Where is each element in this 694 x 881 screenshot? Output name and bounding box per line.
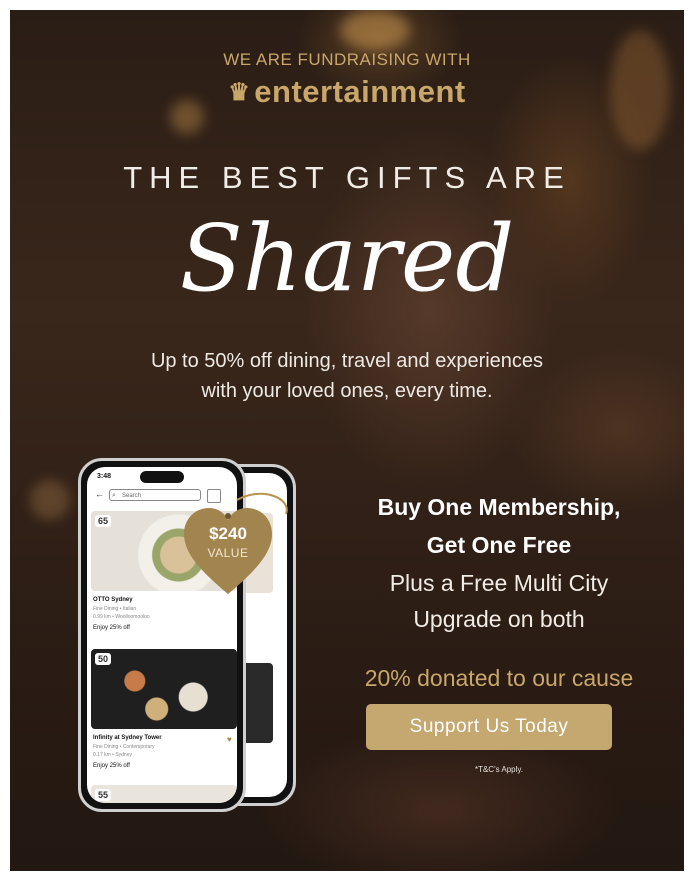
- donation-text: 20% donated to our cause: [364, 665, 634, 691]
- terms-link[interactable]: *T&C's Apply.: [326, 765, 672, 774]
- search-placeholder: Search: [122, 493, 142, 499]
- food-photo[interactable]: [91, 649, 237, 729]
- discount-badge: 50: [95, 653, 112, 665]
- promo-banner: WE ARE FUNDRAISING WITH ♛ entertainment T…: [10, 10, 684, 871]
- brand-logo: ♛ entertainment: [10, 74, 684, 110]
- crown-icon: ♛: [228, 79, 251, 106]
- venue-title: OTTO Sydney: [93, 597, 133, 603]
- venue-distance: 0.99 km • Woolloomooloo: [93, 614, 150, 620]
- headline: THE BEST GIFTS ARE: [123, 160, 571, 195]
- subtitle-line: Up to 50% off dining, travel and experie…: [150, 350, 544, 372]
- script-word: Shared: [179, 205, 515, 312]
- discount-badge: 55: [95, 789, 112, 801]
- venue-distance: 0.17 km • Sydney: [93, 752, 132, 758]
- subtitle-line: with your loved ones, every time.: [201, 380, 493, 402]
- heart-tag-icon: [184, 492, 288, 594]
- page: WE ARE FUNDRAISING WITH ♛ entertainment T…: [0, 0, 694, 881]
- venue-title: Infinity at Sydney Tower: [93, 735, 162, 741]
- offer-line: Upgrade on both: [413, 606, 585, 632]
- bokeh-light: [340, 10, 410, 50]
- offer-line: Plus a Free Multi City: [389, 570, 609, 596]
- venue-category: Fine Dining • Contemporary: [93, 744, 155, 750]
- discount-badge: 65: [95, 515, 112, 527]
- venue-category: Fine Dining • Italian: [93, 606, 137, 612]
- phone-notch: [140, 471, 184, 483]
- brand-name: entertainment: [254, 74, 466, 109]
- back-arrow-icon[interactable]: ←: [95, 489, 104, 499]
- gift-tag: $240 VALUE: [182, 492, 300, 598]
- fundraising-eyebrow: WE ARE FUNDRAISING WITH: [223, 50, 471, 69]
- heart-icon[interactable]: ♥: [227, 735, 232, 744]
- offer-line: Buy One Membership,: [377, 494, 621, 520]
- search-icon: ⌕: [112, 492, 116, 499]
- status-time: 3:48: [97, 473, 112, 480]
- tag-label: VALUE: [207, 546, 249, 560]
- support-us-button[interactable]: Support Us Today: [366, 704, 612, 750]
- venue-offer: Enjoy 25% off: [93, 763, 130, 769]
- offer-line: Get One Free: [426, 532, 572, 558]
- venue-offer: Enjoy 25% off: [93, 625, 130, 631]
- bokeh-light: [30, 480, 70, 520]
- subtitle: Up to 50% off dining, travel and experie…: [10, 346, 684, 406]
- food-photo[interactable]: [91, 785, 237, 803]
- tag-value: $240: [209, 524, 247, 543]
